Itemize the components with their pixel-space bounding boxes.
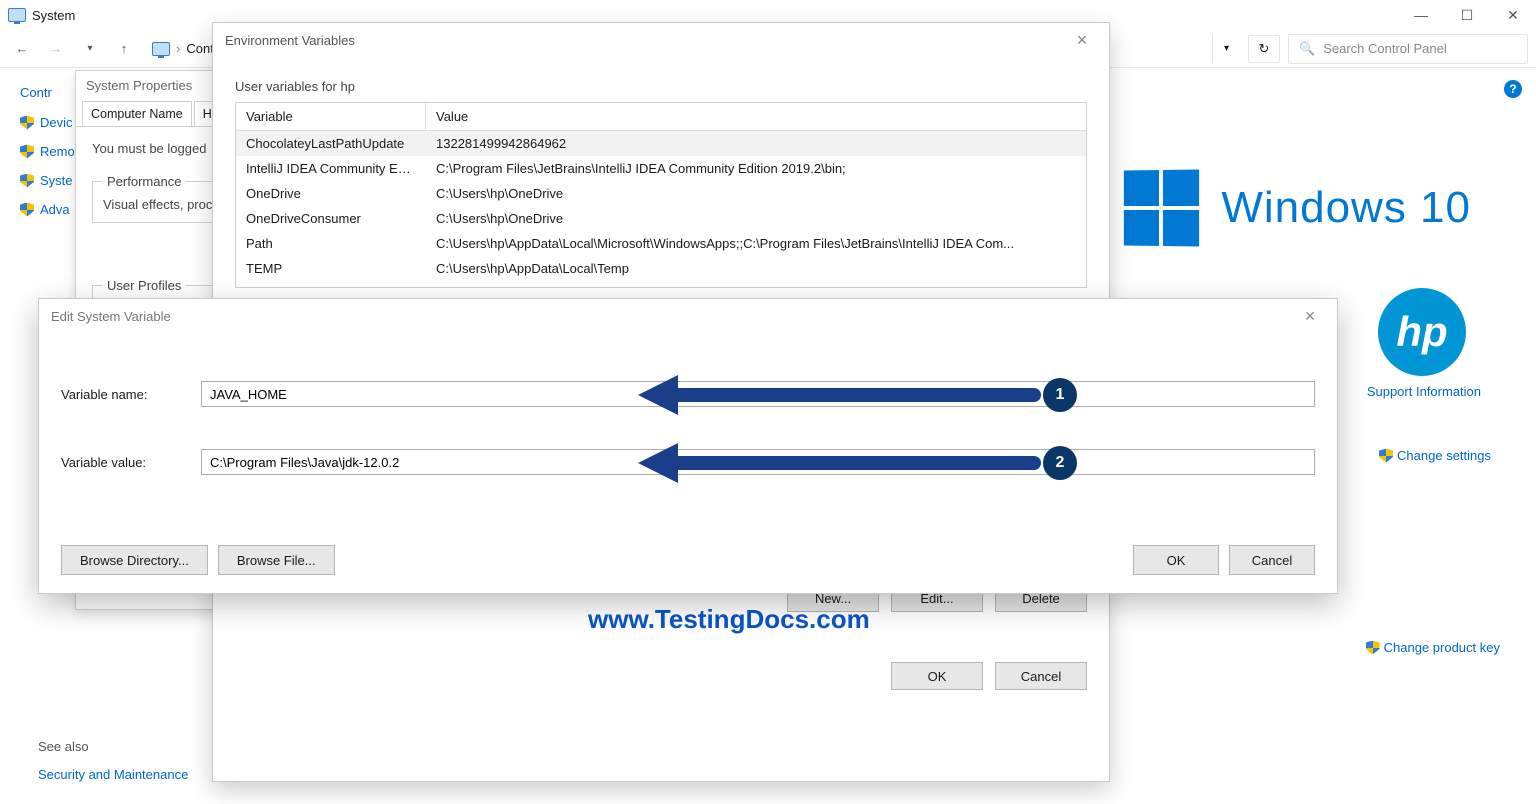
cancel-button[interactable]: Cancel — [995, 662, 1087, 690]
minimize-button[interactable]: — — [1398, 0, 1444, 30]
monitor-icon — [8, 8, 26, 22]
maximize-button[interactable]: ☐ — [1444, 0, 1490, 30]
callout-arrow-2: 2 — [638, 443, 1077, 483]
refresh-button[interactable]: ↻ — [1248, 35, 1280, 63]
table-row[interactable]: OneDriveConsumerC:\Users\hp\OneDrive — [236, 206, 1086, 231]
change-settings-link[interactable]: Change settings — [1379, 448, 1491, 463]
table-row[interactable]: OneDriveC:\Users\hp\OneDrive — [236, 181, 1086, 206]
table-row[interactable]: TMPC:\Users\hp\AppData\Local\Temp — [236, 281, 1086, 288]
user-profiles-group: User Profiles — [103, 278, 185, 293]
variable-value-label: Variable value: — [61, 455, 201, 470]
shield-icon — [20, 174, 34, 188]
user-variables-table[interactable]: Variable Value ChocolateyLastPathUpdate1… — [235, 102, 1087, 288]
monitor-icon — [152, 42, 170, 56]
watermark: www.TestingDocs.com — [588, 604, 870, 635]
windows-10-text: Windows 10 — [1221, 183, 1471, 233]
change-product-key-link[interactable]: Change product key — [1366, 640, 1500, 655]
table-row[interactable]: IntelliJ IDEA Community Edi...C:\Program… — [236, 156, 1086, 181]
support-information-link[interactable]: Support Information — [1367, 384, 1481, 399]
shield-icon — [20, 203, 34, 217]
cancel-button[interactable]: Cancel — [1229, 545, 1315, 575]
dialog-title: Edit System Variable — [51, 309, 171, 324]
col-value[interactable]: Value — [426, 103, 1086, 130]
search-icon: 🔍 — [1299, 41, 1315, 57]
address-dropdown[interactable]: ▾ — [1212, 35, 1240, 63]
help-icon[interactable]: ? — [1504, 80, 1522, 98]
search-placeholder: Search Control Panel — [1323, 41, 1447, 56]
shield-icon — [1379, 449, 1393, 463]
ok-button[interactable]: OK — [1133, 545, 1219, 575]
tab-computer-name[interactable]: Computer Name — [82, 101, 192, 126]
close-icon[interactable]: × — [1067, 30, 1097, 51]
shield-icon — [20, 145, 34, 159]
window-title: System — [32, 8, 75, 23]
table-row[interactable]: PathC:\Users\hp\AppData\Local\Microsoft\… — [236, 231, 1086, 256]
browse-file-button[interactable]: Browse File... — [218, 545, 335, 575]
close-button[interactable]: ✕ — [1490, 0, 1536, 30]
close-icon[interactable]: × — [1295, 306, 1325, 327]
security-maintenance-link[interactable]: Security and Maintenance — [38, 767, 188, 782]
forward-button[interactable]: → — [42, 35, 70, 63]
recent-dropdown[interactable]: ▾ — [76, 35, 104, 63]
dialog-title: Environment Variables — [225, 33, 355, 48]
table-row[interactable]: TEMPC:\Users\hp\AppData\Local\Temp — [236, 256, 1086, 281]
callout-arrow-1: 1 — [638, 375, 1077, 415]
table-row[interactable]: ChocolateyLastPathUpdate1322814999428649… — [236, 131, 1086, 156]
windows-logo: Windows 10 — [1123, 170, 1471, 246]
variable-name-label: Variable name: — [61, 387, 201, 402]
shield-icon — [20, 116, 34, 130]
performance-group: Performance — [103, 174, 185, 189]
hp-logo: hp — [1378, 288, 1466, 376]
search-input[interactable]: 🔍 Search Control Panel — [1288, 34, 1528, 64]
shield-icon — [1366, 641, 1380, 655]
back-button[interactable]: ← — [8, 35, 36, 63]
up-button[interactable]: ↑ — [110, 35, 138, 63]
ok-button[interactable]: OK — [891, 662, 983, 690]
col-variable[interactable]: Variable — [236, 103, 426, 130]
see-also-label: See also — [38, 739, 89, 754]
browse-directory-button[interactable]: Browse Directory... — [61, 545, 208, 575]
user-variables-label: User variables for hp — [235, 79, 1087, 94]
